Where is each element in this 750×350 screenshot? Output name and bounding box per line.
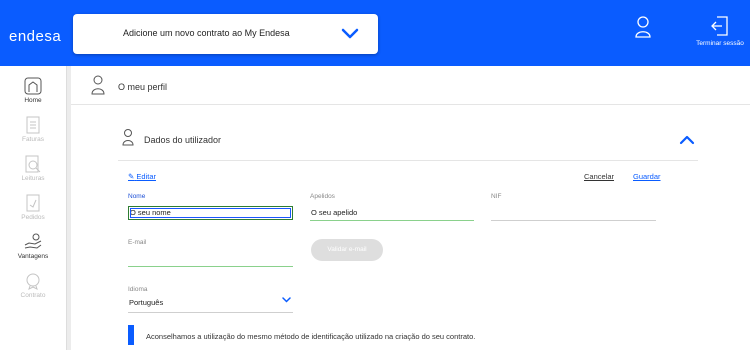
name-label: Nome [128, 193, 146, 200]
chevron-down-icon [282, 297, 291, 303]
edit-label: Editar [136, 172, 156, 181]
chevron-up-icon[interactable] [679, 135, 695, 145]
surname-field: Apelidos [310, 193, 474, 221]
validate-email-button[interactable]: Validar e-mail [311, 239, 383, 261]
nif-field: NIF [491, 193, 656, 221]
sidebar-item-label: Contrato [20, 292, 46, 299]
email-field: E-mail [128, 239, 293, 267]
sidebar: Home Faturas Leituras Pedidos Vantagens … [0, 66, 67, 350]
info-notice: Aconselhamos a utilização do mesmo métod… [128, 325, 688, 347]
surname-label: Apelidos [310, 193, 335, 200]
sidebar-item-label: Home [24, 97, 42, 104]
endesa-logo[interactable]: endesa [9, 28, 61, 45]
email-label: E-mail [128, 239, 147, 246]
notice-text: Aconselhamos a utilização do mesmo métod… [146, 332, 476, 341]
sidebar-item-label: Vantagens [17, 253, 49, 260]
sidebar-item-contrato[interactable]: Contrato [0, 272, 66, 299]
sidebar-item-vantagens[interactable]: Vantagens [0, 233, 66, 260]
chevron-down-icon [341, 28, 359, 39]
benefits-icon [24, 233, 42, 249]
sidebar-item-leituras[interactable]: Leituras [0, 155, 66, 182]
page-title: O meu perfil [118, 82, 168, 92]
user-profile-icon[interactable] [634, 15, 652, 39]
main-content: O meu perfil Dados do utilizador ✎ Edita… [71, 66, 750, 350]
section-title: Dados do utilizador [144, 135, 222, 145]
meter-reading-icon [25, 155, 41, 173]
name-input[interactable] [128, 205, 293, 220]
sidebar-item-pedidos[interactable]: Pedidos [0, 194, 66, 221]
name-field: Nome [128, 193, 293, 220]
user-data-section-header: Dados do utilizador [118, 124, 698, 161]
profile-header: O meu perfil [71, 66, 750, 105]
invoice-icon [26, 116, 40, 134]
logout-label: Terminar sessão [696, 40, 744, 47]
user-icon [122, 129, 134, 146]
sidebar-item-home[interactable]: Home [0, 77, 66, 104]
sidebar-item-faturas[interactable]: Faturas [0, 116, 66, 143]
logout-button[interactable]: Terminar sessão [690, 16, 750, 52]
nif-label: NIF [491, 193, 502, 200]
language-label: Idioma [128, 286, 148, 293]
contract-icon [26, 273, 40, 290]
user-icon [91, 75, 105, 95]
language-value: Português [129, 298, 164, 307]
top-header: endesa Adicione um novo contrato ao My E… [0, 0, 750, 66]
email-input[interactable] [128, 251, 293, 266]
pencil-icon: ✎ [128, 172, 135, 181]
home-icon [24, 77, 42, 95]
contract-selector[interactable]: Adicione um novo contrato ao My Endesa [73, 14, 378, 54]
language-select[interactable]: Idioma Português [128, 286, 293, 313]
contract-selector-label: Adicione um novo contrato ao My Endesa [123, 28, 290, 38]
surname-input[interactable] [310, 205, 474, 220]
edit-link[interactable]: ✎ Editar [128, 172, 156, 181]
cancel-link[interactable]: Cancelar [584, 172, 614, 181]
save-link[interactable]: Guardar [633, 172, 661, 181]
nif-input[interactable] [491, 205, 656, 220]
sidebar-item-label: Pedidos [21, 214, 45, 221]
logout-icon [711, 16, 728, 36]
notice-accent-bar [128, 325, 134, 345]
sidebar-item-label: Faturas [21, 136, 45, 143]
sidebar-item-label: Leituras [21, 175, 45, 182]
requests-icon [26, 194, 40, 212]
